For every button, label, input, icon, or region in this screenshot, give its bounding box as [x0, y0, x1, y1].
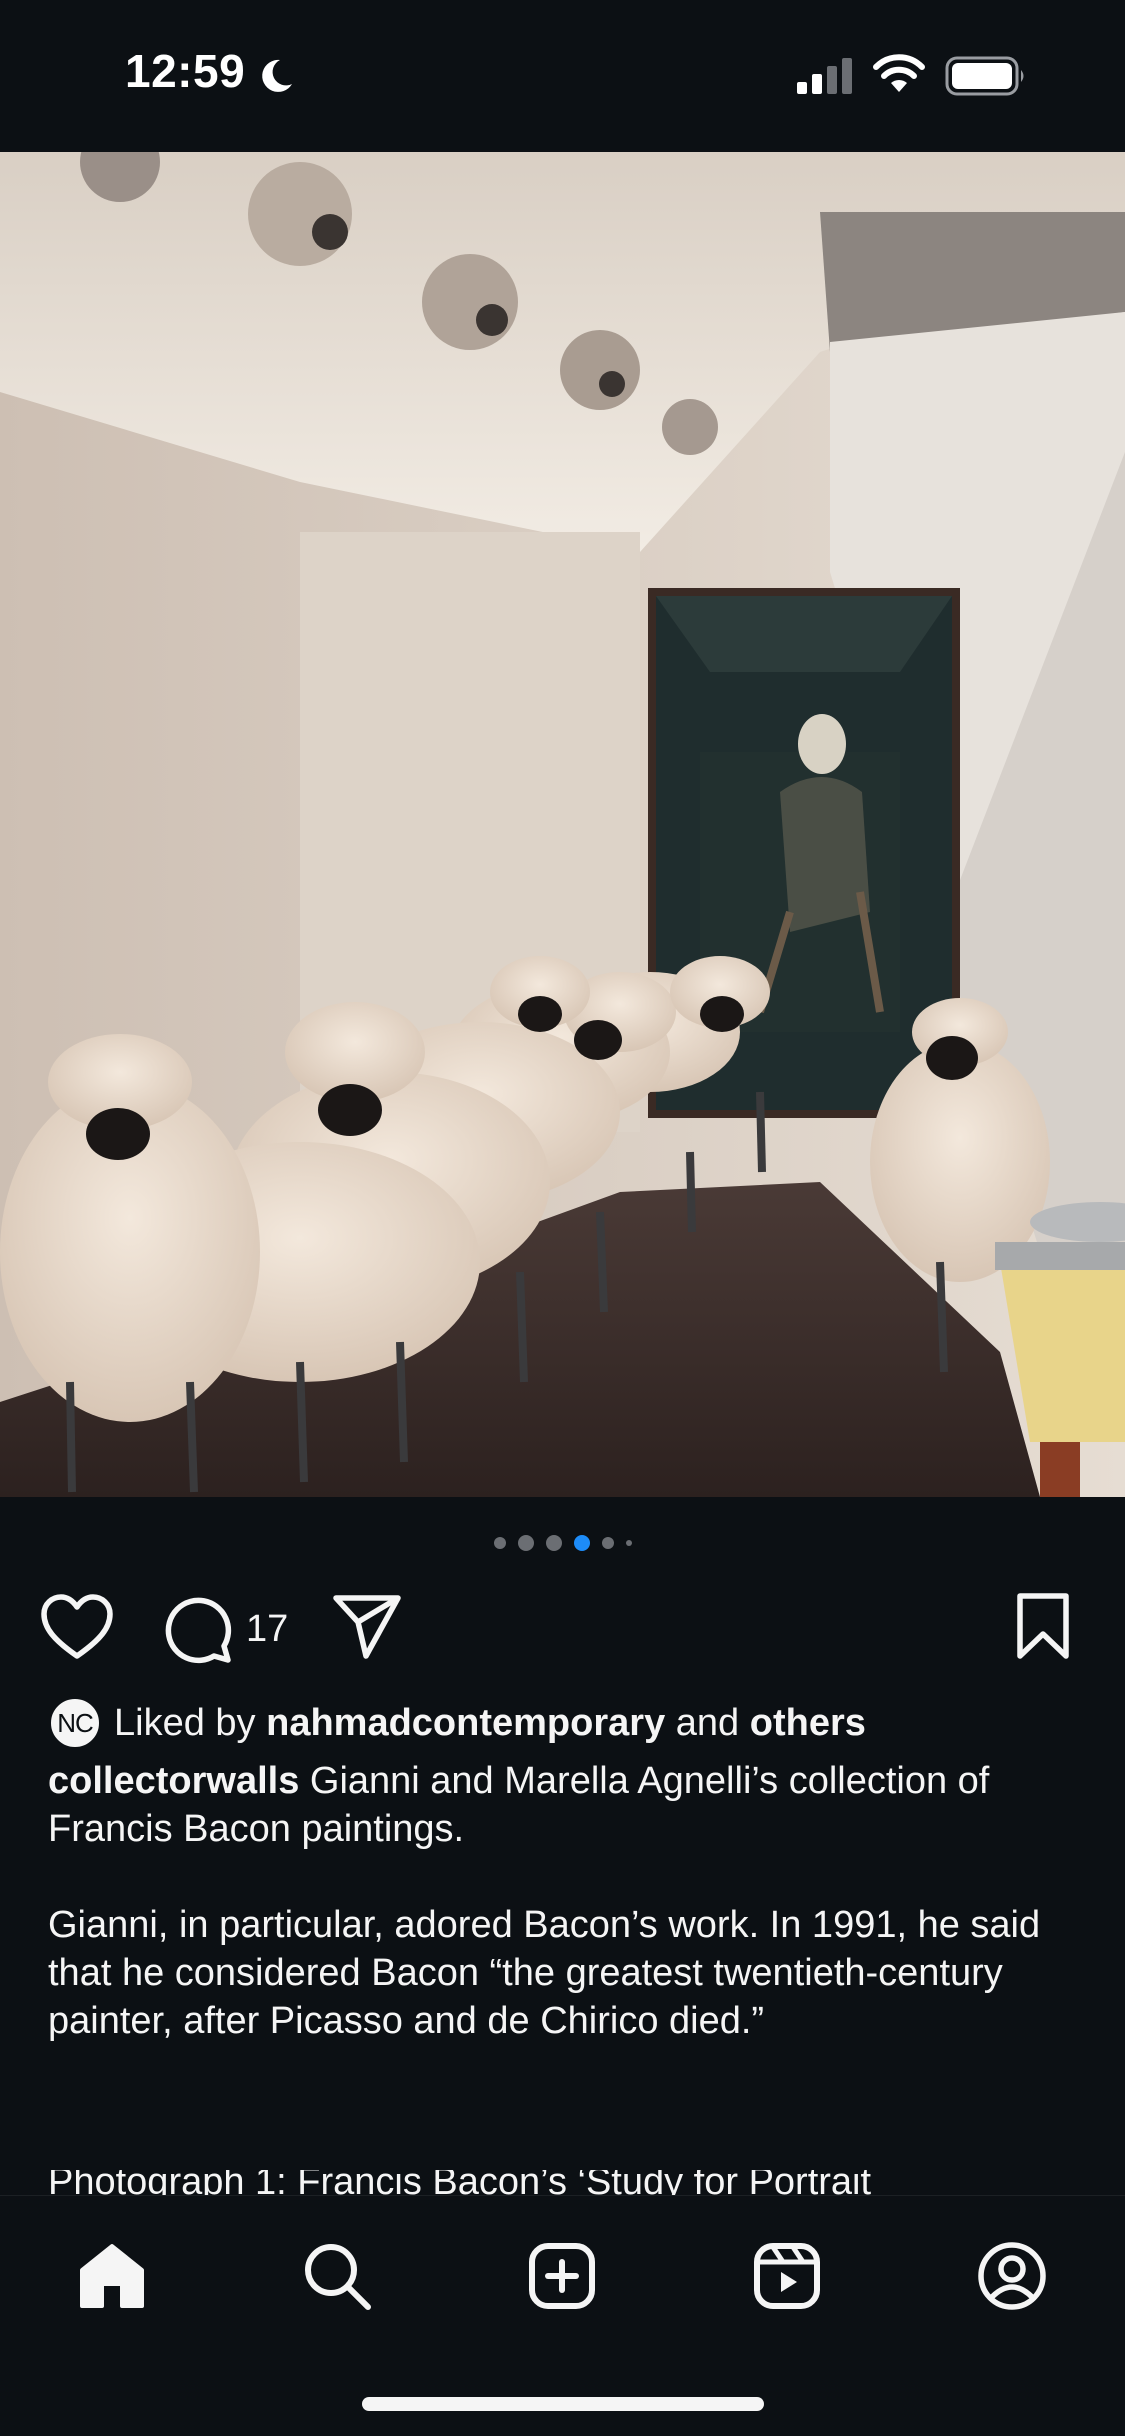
caption-paragraph: Gianni, in particular, adored Bacon’s wo…	[48, 1904, 1041, 2042]
caption-paragraph-clipped: Photograph 1: Francis Bacon’s ‘Study for…	[48, 2170, 1088, 2195]
home-icon	[80, 2244, 144, 2308]
search-icon	[305, 2244, 371, 2310]
likes-line[interactable]: NC Liked by nahmadcontemporary and other…	[48, 1695, 1088, 1751]
likes-others-link[interactable]: others	[750, 1699, 866, 1747]
tab-reels[interactable]	[747, 2236, 827, 2316]
instagram-post-screen: 12:59 17 NC Liked by nahmadcontemporary …	[0, 0, 1125, 2436]
bookmark-icon	[1017, 1593, 1069, 1659]
carousel-dot	[493, 1537, 506, 1549]
wifi-icon	[873, 54, 925, 92]
likes-prefix: Liked by	[114, 1702, 256, 1744]
save-button[interactable]	[1015, 1592, 1071, 1660]
comment-icon	[165, 1597, 232, 1664]
comment-count: 17	[246, 1607, 289, 1650]
liker-username[interactable]: nahmadcontemporary	[266, 1699, 665, 1747]
profile-icon	[978, 2242, 1046, 2310]
liker-avatar[interactable]: NC	[48, 1696, 102, 1750]
status-time: 12:59	[125, 45, 246, 97]
carousel-dot	[517, 1535, 534, 1551]
caption-paragraph-3: Photograph 1: Francis Bacon’s ‘Study for…	[48, 2170, 872, 2195]
send-icon	[333, 1595, 401, 1659]
status-bar: 12:59	[0, 0, 1125, 152]
carousel-indicator	[0, 1533, 1125, 1553]
post-caption: NC Liked by nahmadcontemporary and other…	[48, 1695, 1088, 2045]
tab-search[interactable]	[297, 2236, 377, 2316]
home-indicator[interactable]	[362, 2397, 764, 2411]
reels-icon	[754, 2243, 820, 2309]
heart-icon	[41, 1594, 113, 1659]
photo-illustration	[0, 152, 1125, 1497]
share-button[interactable]	[332, 1594, 402, 1660]
tab-home[interactable]	[72, 2236, 152, 2316]
create-icon	[529, 2243, 595, 2309]
post-actions: 17	[0, 1580, 1125, 1670]
carousel-dot	[601, 1537, 614, 1549]
likes-connector: and	[675, 1702, 740, 1744]
post-photo[interactable]	[0, 152, 1125, 1497]
carousel-dot-active	[573, 1535, 590, 1551]
carousel-dot	[625, 1540, 632, 1546]
carousel-dot	[545, 1535, 562, 1551]
moon-icon	[262, 59, 292, 92]
caption-text: collectorwalls Gianni and Marella Agnell…	[48, 1757, 1088, 1853]
caption-username[interactable]: collectorwalls	[48, 1760, 299, 1802]
cellular-signal-icon	[797, 58, 852, 94]
comment-button[interactable]: 17	[162, 1594, 288, 1664]
like-button[interactable]	[40, 1594, 114, 1660]
tab-profile[interactable]	[972, 2236, 1052, 2316]
battery-icon	[945, 56, 1024, 96]
tab-create[interactable]	[522, 2236, 602, 2316]
